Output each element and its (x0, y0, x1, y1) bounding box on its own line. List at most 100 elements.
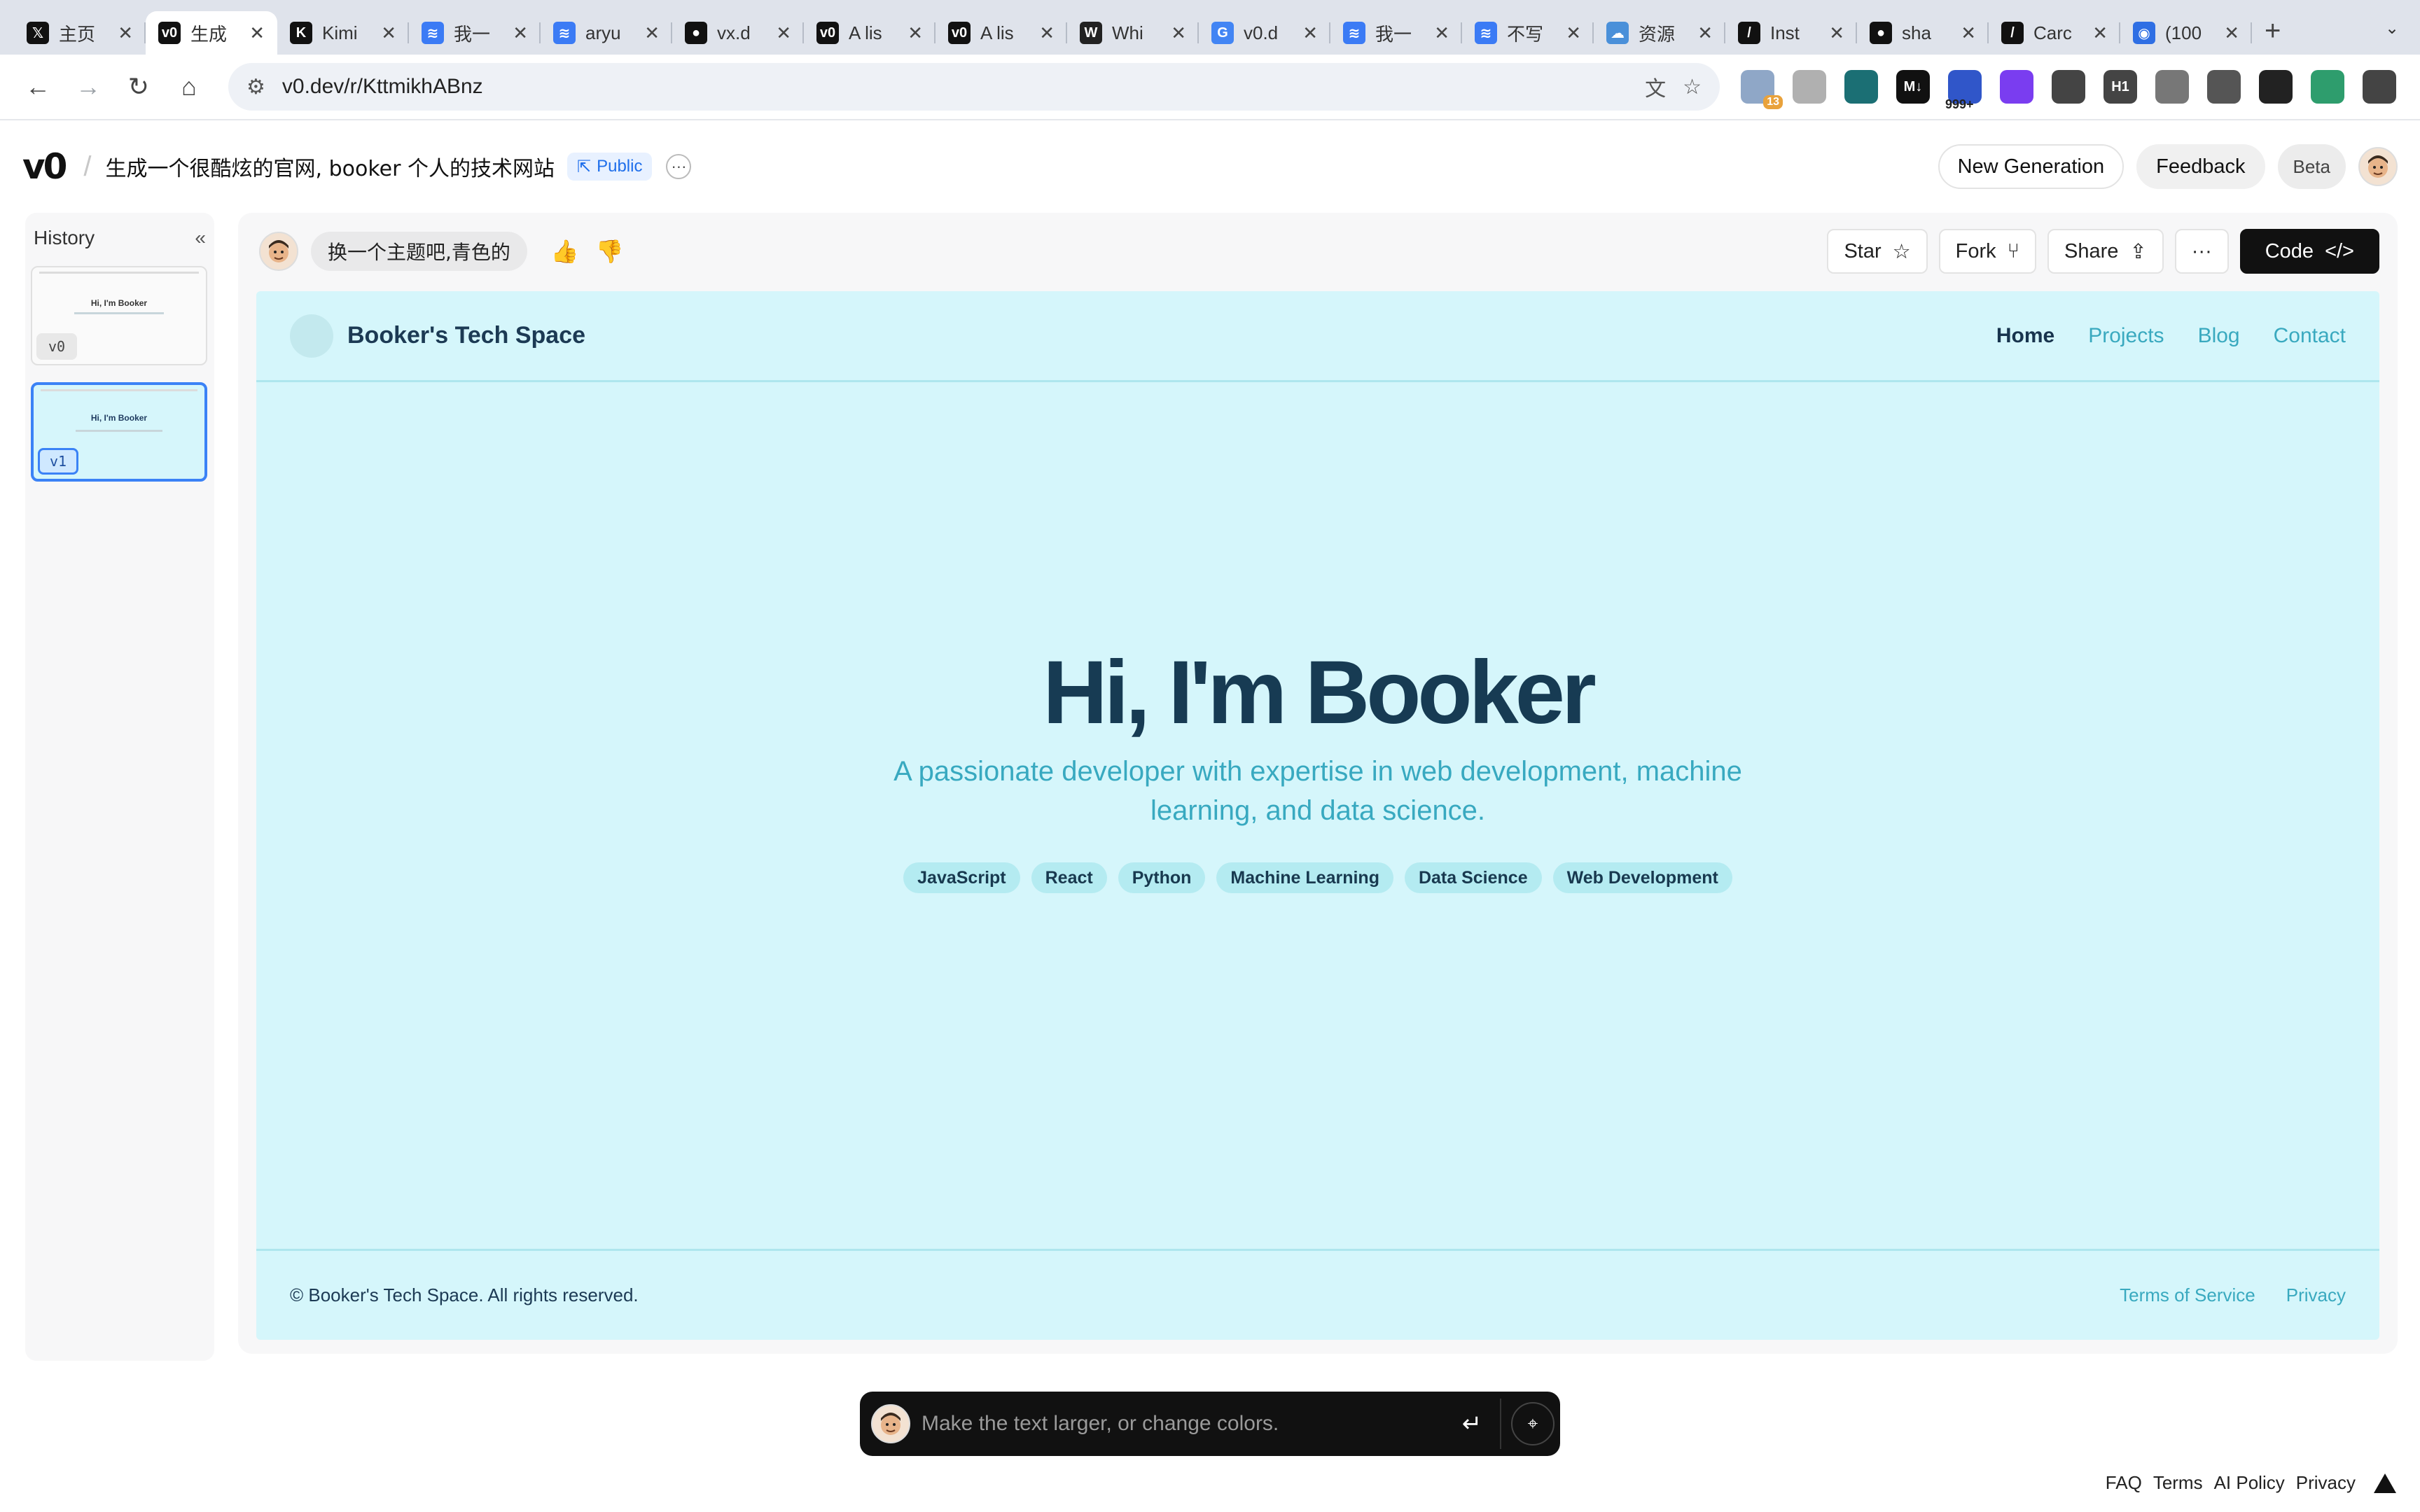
browser-tab[interactable]: ☁ 资源 ✕ (1594, 11, 1725, 55)
browser-tab[interactable]: / Carc ✕ (1989, 11, 2120, 55)
home-icon[interactable]: ⌂ (168, 66, 210, 108)
ext-badge: 999+ (1945, 97, 1974, 111)
chat-divider (1500, 1399, 1501, 1449)
tab-close-icon[interactable]: ✕ (1434, 22, 1449, 44)
url-text[interactable]: v0.dev/r/KttmikhABnz (282, 75, 1628, 99)
skill-tags: JavaScript React Python Machine Learning Dat… (256, 862, 2379, 893)
tab-close-icon[interactable]: ✕ (1566, 22, 1581, 44)
browser-tab[interactable]: v0 A lis ✕ (804, 11, 936, 55)
browser-tab[interactable]: ≋ 我一 ✕ (1330, 11, 1462, 55)
browser-tab[interactable]: 𝕏 主页 ✕ (14, 11, 146, 55)
browser-tab[interactable]: ● vx.d ✕ (672, 11, 804, 55)
history-version-v1[interactable]: Hi, I'm Booker v1 (31, 382, 207, 482)
feedback-button[interactable]: Feedback (2136, 144, 2265, 189)
fork-button[interactable]: Fork ⑂ (1938, 229, 2037, 274)
sidepanel-icon[interactable] (2259, 70, 2293, 104)
browser-tab[interactable]: v0 生成 ✕ (146, 11, 277, 55)
site-nav-home[interactable]: Home (1996, 324, 2054, 348)
new-generation-button[interactable]: New Generation (1938, 144, 2125, 189)
browser-tab[interactable]: K Kimi ✕ (277, 11, 409, 55)
tab-title: aryu (585, 22, 621, 43)
tab-close-icon[interactable]: ✕ (381, 22, 396, 44)
tab-title: A lis (849, 22, 882, 43)
puzzle-icon[interactable] (2207, 70, 2241, 104)
profile-icon[interactable] (2311, 70, 2344, 104)
more-actions-button[interactable]: ··· (2174, 229, 2229, 274)
site-name[interactable]: Booker's Tech Space (347, 322, 585, 349)
tab-close-icon[interactable]: ✕ (118, 22, 133, 44)
back-arrow-icon[interactable]: ← (17, 66, 59, 108)
star-button[interactable]: Star ☆ (1827, 229, 1928, 274)
browser-tab[interactable]: ≋ 不写 ✕ (1462, 11, 1594, 55)
tab-title: vx.d (717, 22, 751, 43)
search-ext-icon[interactable]: 13 (1741, 70, 1783, 109)
collapse-sidebar-icon[interactable]: « (195, 227, 206, 249)
tab-close-icon[interactable]: ✕ (2092, 22, 2108, 44)
app-icon: ◉ (2133, 22, 2155, 44)
forward-arrow-icon[interactable]: → (67, 66, 109, 108)
public-badge[interactable]: ⇱ Public (566, 153, 653, 181)
project-more-button[interactable]: ··· (666, 154, 692, 179)
purple-ext-icon[interactable] (2000, 70, 2033, 104)
h-ext-icon[interactable] (2155, 70, 2189, 104)
element-picker-icon[interactable]: ⌖ (1511, 1402, 1555, 1446)
memoji-avatar-icon (269, 240, 288, 262)
privacy-link[interactable]: Privacy (2286, 1284, 2346, 1306)
browser-tab[interactable]: ≋ aryu ✕ (541, 11, 672, 55)
reload-icon[interactable]: ↻ (118, 66, 160, 108)
browser-tab[interactable]: ≋ 我一 ✕ (409, 11, 541, 55)
ai-policy-link[interactable]: AI Policy (2214, 1472, 2285, 1494)
privacy-footer-link[interactable]: Privacy (2296, 1472, 2356, 1494)
browser-tab[interactable]: ● sha ✕ (1857, 11, 1989, 55)
browser-tab[interactable]: ◉ (100 ✕ (2120, 11, 2252, 55)
browser-tab[interactable]: W Whi ✕ (1067, 11, 1199, 55)
tab-close-icon[interactable]: ✕ (2224, 22, 2239, 44)
translate-icon[interactable]: 文 (1645, 71, 1666, 102)
reader-ext-icon[interactable] (2052, 70, 2085, 104)
tab-close-icon[interactable]: ✕ (1829, 22, 1844, 44)
share-button[interactable]: Share ⇪ (2047, 229, 2164, 274)
h1-ext-icon[interactable]: H1 (2103, 70, 2137, 104)
beta-badge[interactable]: Beta (2277, 144, 2346, 189)
tab-close-icon[interactable]: ✕ (1039, 22, 1055, 44)
user-avatar[interactable] (2358, 147, 2398, 186)
history-version-v0[interactable]: Hi, I'm Booker v0 (31, 266, 207, 365)
site-nav-projects[interactable]: Projects (2088, 324, 2164, 348)
site-settings-icon[interactable]: ⚙ (246, 75, 265, 99)
browser-tab[interactable]: v0 A lis ✕ (936, 11, 1067, 55)
menu-icon[interactable] (2363, 70, 2396, 104)
tab-close-icon[interactable]: ✕ (644, 22, 660, 44)
site-nav-contact[interactable]: Contact (2274, 324, 2346, 348)
thumbs-down-icon[interactable]: 👎 (596, 238, 624, 265)
address-bar[interactable]: ⚙ v0.dev/r/KttmikhABnz 文 ☆ (228, 63, 1720, 111)
thumbs-up-icon[interactable]: 👍 (551, 238, 579, 265)
site-nav-blog[interactable]: Blog (2198, 324, 2240, 348)
tab-close-icon[interactable]: ✕ (908, 22, 923, 44)
copy-ext-icon[interactable] (1793, 70, 1826, 104)
terms-of-service-link[interactable]: Terms of Service (2120, 1284, 2255, 1306)
terms-link[interactable]: Terms (2153, 1472, 2203, 1494)
md-ext-icon[interactable]: M↓ (1896, 70, 1930, 104)
chat-input[interactable] (922, 1399, 1449, 1448)
book-ext-icon[interactable] (1844, 70, 1878, 104)
tab-close-icon[interactable]: ✕ (1171, 22, 1186, 44)
new-tab-button[interactable]: + (2265, 15, 2281, 47)
browser-tab[interactable]: / Inst ✕ (1725, 11, 1857, 55)
tab-close-icon[interactable]: ✕ (1961, 22, 1976, 44)
tab-close-icon[interactable]: ✕ (776, 22, 791, 44)
enter-icon[interactable]: ↵ (1449, 1401, 1494, 1446)
tab-close-icon[interactable]: ✕ (513, 22, 528, 44)
code-button[interactable]: Code </> (2239, 229, 2379, 274)
tab-close-icon[interactable]: ✕ (1697, 22, 1713, 44)
faq-link[interactable]: FAQ (2106, 1472, 2142, 1494)
v0-logo[interactable]: v0 (22, 146, 67, 187)
tab-close-icon[interactable]: ✕ (249, 22, 265, 44)
counter-ext-icon[interactable]: 999+ (1945, 70, 1982, 111)
browser-tab[interactable]: Gv0.d ✕ (1199, 11, 1330, 55)
tab-close-icon[interactable]: ✕ (1302, 22, 1318, 44)
github-icon: ● (685, 22, 707, 44)
vercel-logo-icon[interactable] (2374, 1473, 2396, 1493)
bookmark-star-icon[interactable]: ☆ (1683, 75, 1702, 99)
tab-search-dropdown-icon[interactable]: ⌄ (2377, 13, 2407, 43)
page-footer: FAQ Terms AI Policy Privacy (2106, 1472, 2396, 1494)
